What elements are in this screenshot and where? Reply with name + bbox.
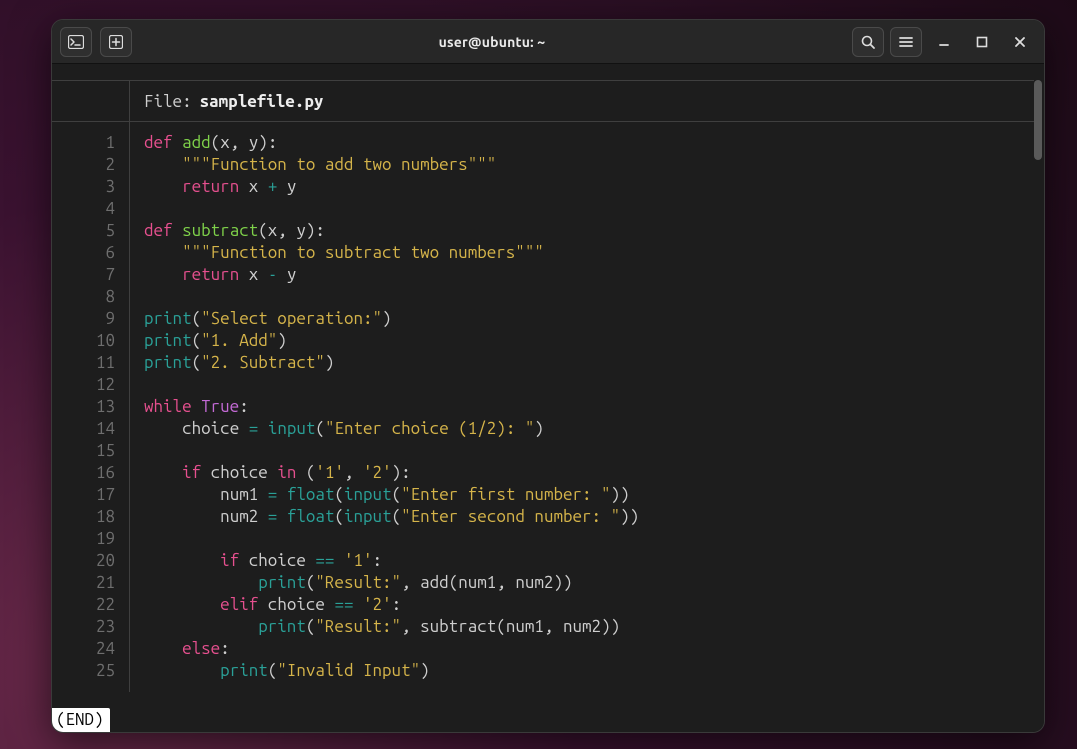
code-line: print("Invalid Input") (144, 660, 639, 682)
window-title: user@ubuntu: ~ (140, 34, 844, 50)
code-line: choice = input("Enter choice (1/2): ") (144, 418, 639, 440)
file-name: samplefile.py (200, 92, 324, 111)
code-line: return x + y (144, 176, 639, 198)
line-number: 9 (52, 308, 115, 330)
terminal-icon (68, 35, 84, 49)
line-number: 15 (52, 440, 115, 462)
titlebar: user@ubuntu: ~ (52, 20, 1044, 64)
terminal-window: user@ubuntu: ~ File: (51, 19, 1045, 733)
line-number: 24 (52, 638, 115, 660)
file-viewer: File: samplefile.py 12345678910111213141… (52, 80, 1034, 732)
line-number: 7 (52, 264, 115, 286)
code-area: def add(x, y): """Function to add two nu… (130, 122, 639, 692)
line-number: 17 (52, 484, 115, 506)
maximize-button[interactable] (966, 27, 998, 57)
code-line: print("Select operation:") (144, 308, 639, 330)
line-number-gutter: 1234567891011121314151617181920212223242… (52, 122, 130, 692)
line-number: 13 (52, 396, 115, 418)
line-number: 5 (52, 220, 115, 242)
code-line (144, 528, 639, 550)
line-number: 20 (52, 550, 115, 572)
close-button[interactable] (1004, 27, 1036, 57)
code-line: """Function to subtract two numbers""" (144, 242, 639, 264)
code-line: def add(x, y): (144, 132, 639, 154)
new-tab-button[interactable] (100, 27, 132, 57)
line-number: 8 (52, 286, 115, 308)
code-line (144, 374, 639, 396)
plus-icon (109, 35, 123, 49)
search-button[interactable] (852, 27, 884, 57)
minimize-icon (937, 35, 951, 49)
terminal-icon-button[interactable] (60, 27, 92, 57)
code-line: print("2. Subtract") (144, 352, 639, 374)
line-number: 22 (52, 594, 115, 616)
line-number: 23 (52, 616, 115, 638)
line-number: 1 (52, 132, 115, 154)
close-icon (1013, 35, 1027, 49)
pager-end-indicator: (END) (52, 708, 110, 732)
file-header: File: samplefile.py (52, 80, 1034, 122)
hamburger-icon (898, 35, 914, 49)
code-line: elif choice == '2': (144, 594, 639, 616)
code-line: if choice in ('1', '2'): (144, 462, 639, 484)
code-line (144, 440, 639, 462)
line-number: 10 (52, 330, 115, 352)
maximize-icon (976, 36, 988, 48)
line-number: 12 (52, 374, 115, 396)
line-number: 19 (52, 528, 115, 550)
code-line: return x - y (144, 264, 639, 286)
code-line: def subtract(x, y): (144, 220, 639, 242)
code-line: else: (144, 638, 639, 660)
code-line: if choice == '1': (144, 550, 639, 572)
line-number: 2 (52, 154, 115, 176)
code-line: num2 = float(input("Enter second number:… (144, 506, 639, 528)
line-number: 21 (52, 572, 115, 594)
code-line: num1 = float(input("Enter first number: … (144, 484, 639, 506)
line-number: 16 (52, 462, 115, 484)
file-label-prefix: File: (144, 92, 192, 111)
gutter-header (52, 81, 130, 121)
line-number: 25 (52, 660, 115, 682)
code-line (144, 198, 639, 220)
code-line: print("Result:", add(num1, num2)) (144, 572, 639, 594)
terminal-content[interactable]: File: samplefile.py 12345678910111213141… (52, 64, 1044, 732)
code-body: 1234567891011121314151617181920212223242… (52, 122, 1034, 692)
minimize-button[interactable] (928, 27, 960, 57)
line-number: 18 (52, 506, 115, 528)
line-number: 14 (52, 418, 115, 440)
line-number: 4 (52, 198, 115, 220)
scrollbar-thumb[interactable] (1034, 80, 1042, 160)
line-number: 6 (52, 242, 115, 264)
search-icon (860, 34, 876, 50)
line-number: 11 (52, 352, 115, 374)
menu-button[interactable] (890, 27, 922, 57)
code-line: print("Result:", subtract(num1, num2)) (144, 616, 639, 638)
line-number: 3 (52, 176, 115, 198)
code-line: print("1. Add") (144, 330, 639, 352)
code-line: while True: (144, 396, 639, 418)
code-line (144, 286, 639, 308)
code-line: """Function to add two numbers""" (144, 154, 639, 176)
